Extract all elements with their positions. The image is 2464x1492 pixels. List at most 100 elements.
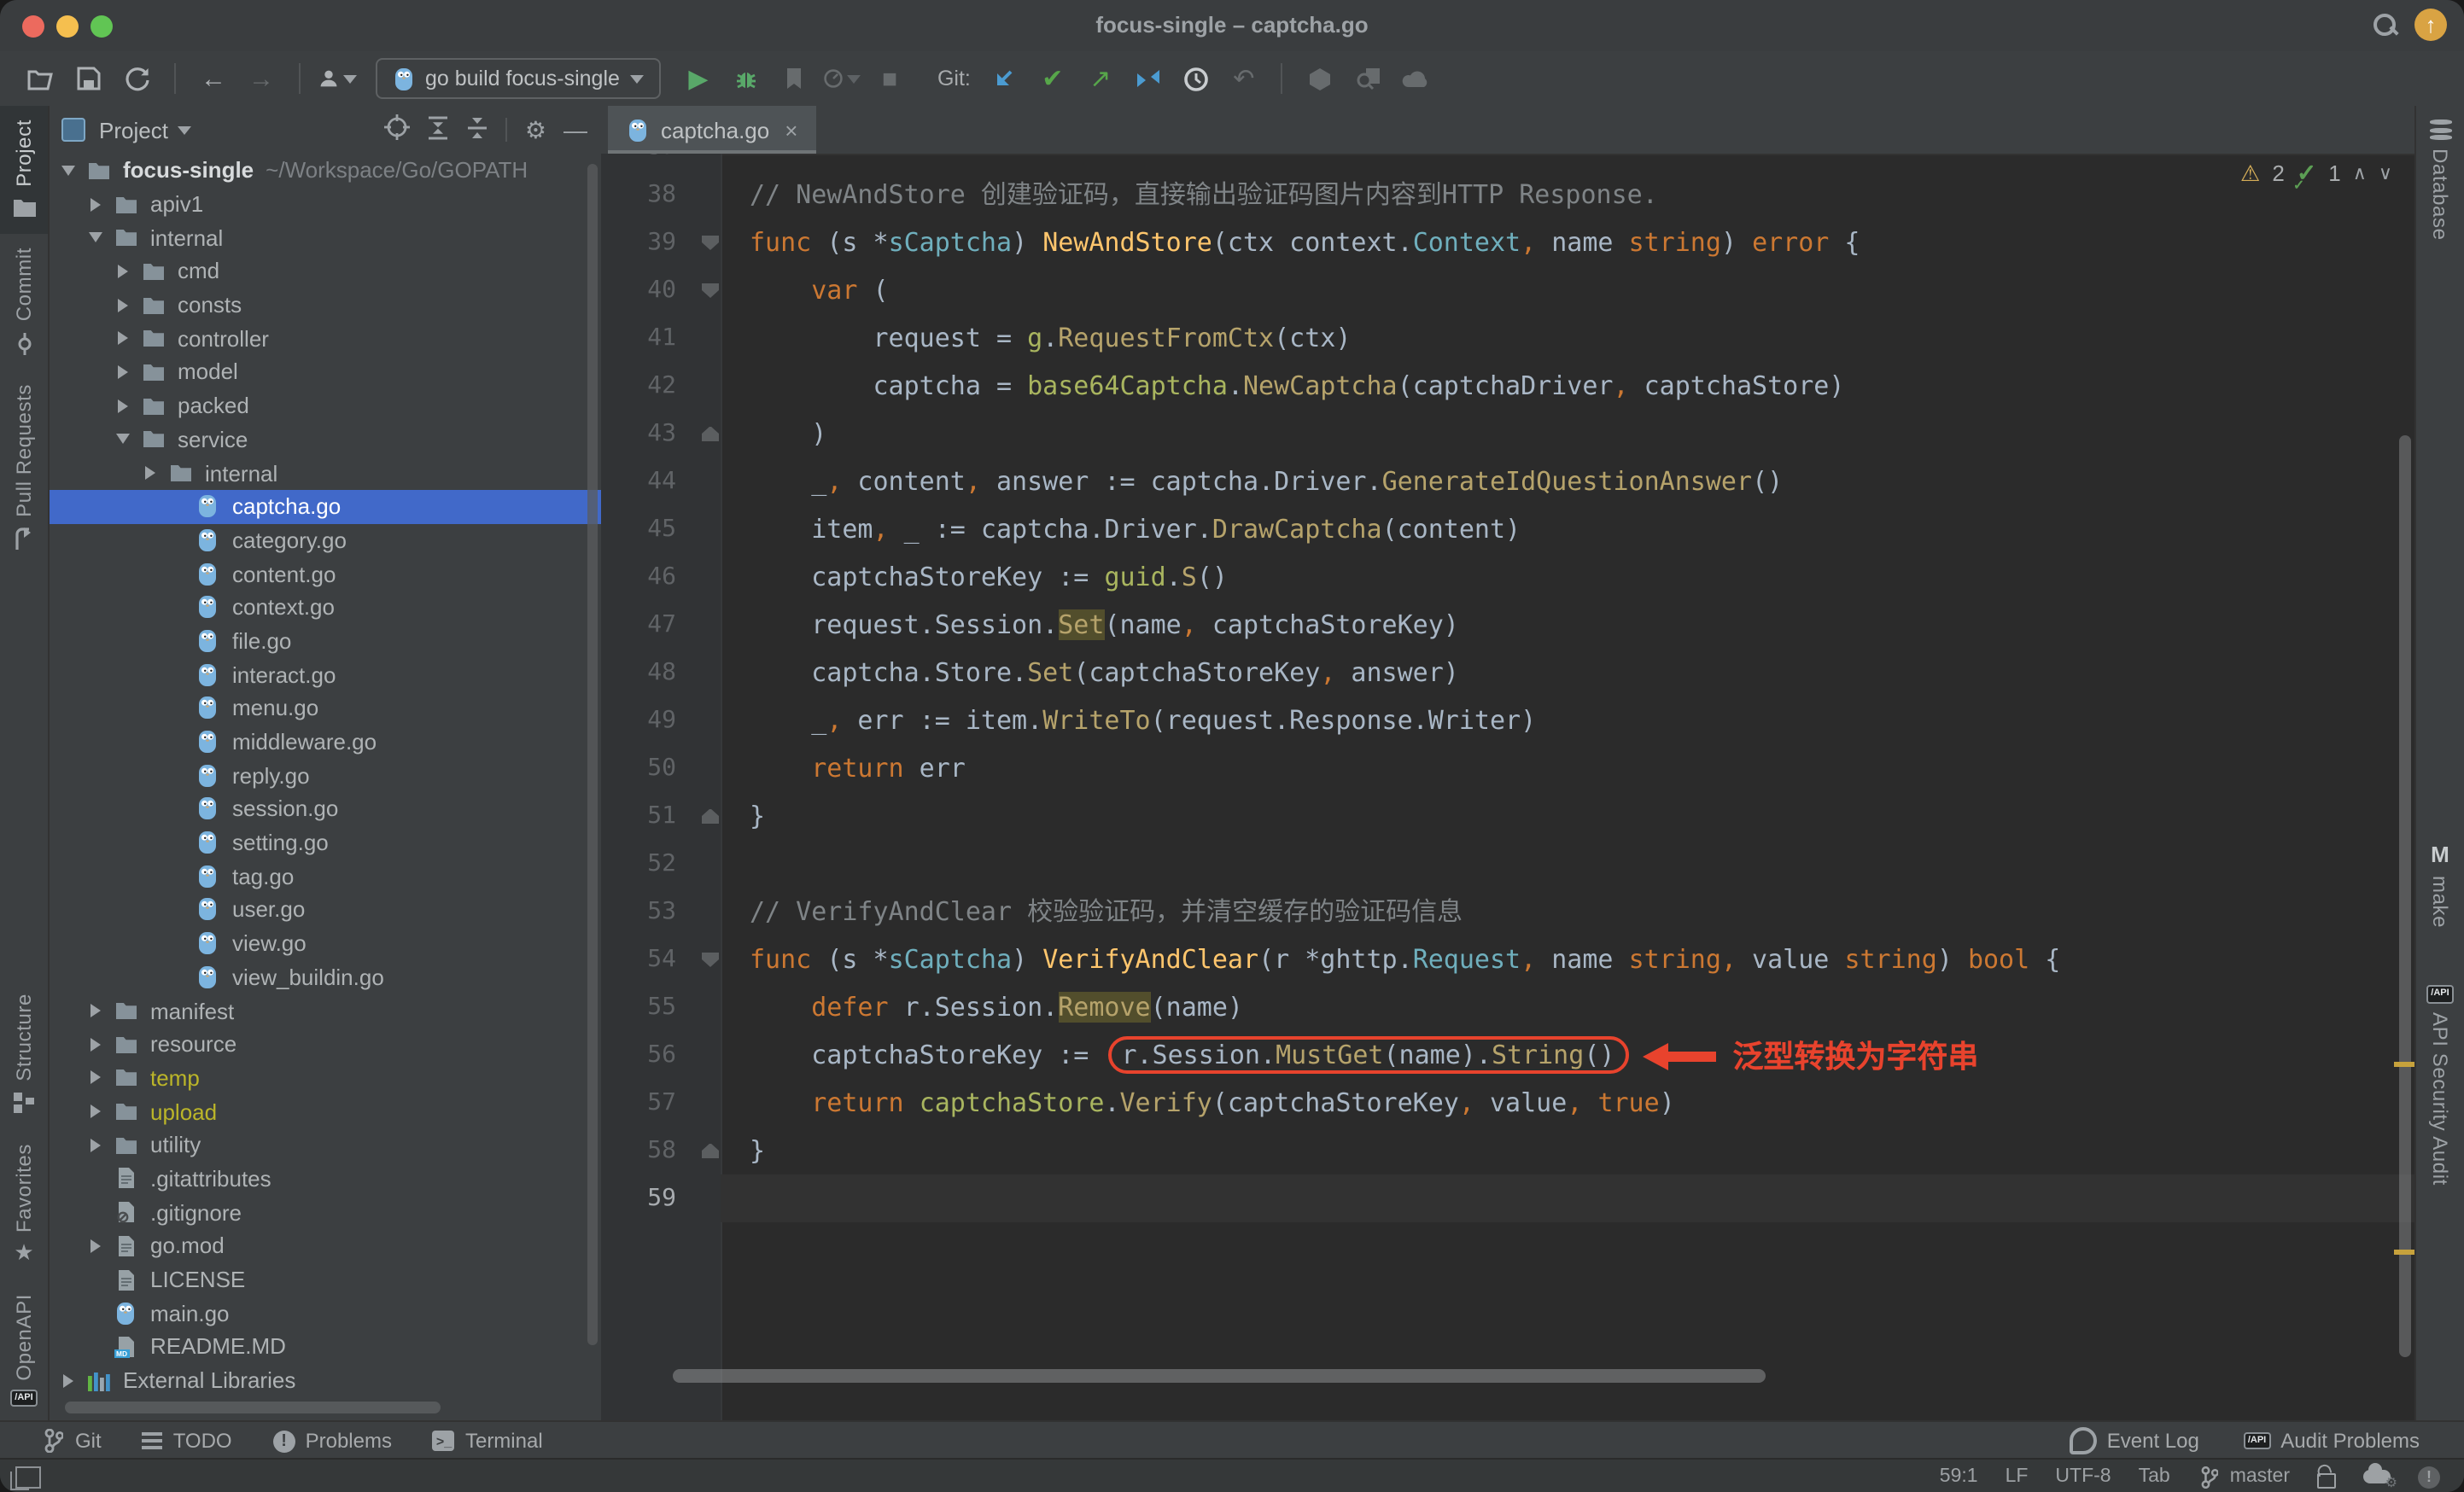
tree-item-setting-go[interactable]: setting.go <box>48 826 601 860</box>
fold-marker-icon[interactable] <box>688 266 733 314</box>
chevron-right-icon[interactable] <box>143 466 157 480</box>
sidebar-item-commit[interactable]: Commit <box>0 235 48 370</box>
line-separator[interactable]: LF <box>2006 1466 2029 1487</box>
code-line[interactable]: 49 _, err := item.WriteTo(request.Respon… <box>601 696 2416 744</box>
tree-item-upload[interactable]: upload <box>48 1095 601 1128</box>
tree-item-external-libraries[interactable]: External Libraries <box>48 1364 601 1397</box>
run-configuration-select[interactable]: go build focus-single <box>376 58 661 99</box>
code-line[interactable]: 46 captchaStoreKey := guid.S() <box>601 553 2416 601</box>
chevron-down-icon[interactable] <box>61 164 75 178</box>
open-icon[interactable] <box>22 60 60 97</box>
tree-item--gitattributes[interactable]: .gitattributes <box>48 1162 601 1195</box>
chevron-right-icon[interactable] <box>116 332 130 346</box>
tree-item-apiv1[interactable]: apiv1 <box>48 187 601 220</box>
debug-icon[interactable] <box>727 60 765 97</box>
sidebar-item-project[interactable]: Project <box>0 106 48 235</box>
tree-item--gitignore[interactable]: .gitignore <box>48 1196 601 1229</box>
tree-item-go-mod[interactable]: go.mod <box>48 1229 601 1262</box>
chevron-right-icon[interactable] <box>89 197 102 211</box>
chevron-right-icon[interactable] <box>61 1373 75 1387</box>
back-icon[interactable]: ← <box>195 60 232 97</box>
file-encoding[interactable]: UTF-8 <box>2055 1466 2111 1487</box>
chevron-right-icon[interactable] <box>89 1071 102 1085</box>
tree-item-focus-single[interactable]: focus-single~/Workspace/Go/GOPATH <box>48 154 601 187</box>
tree-item-temp[interactable]: temp <box>48 1061 601 1094</box>
fold-marker-icon[interactable] <box>688 935 733 983</box>
sync-icon[interactable] <box>118 60 155 97</box>
fold-marker-icon[interactable] <box>688 410 733 458</box>
save-icon[interactable] <box>70 60 108 97</box>
tab-captcha-go[interactable]: captcha.go × <box>608 106 816 154</box>
run-icon[interactable]: ▶ <box>680 60 717 97</box>
tree-item-view-buildin-go[interactable]: view_buildin.go <box>48 960 601 994</box>
tree-item-consts[interactable]: consts <box>48 288 601 322</box>
tree-item-license[interactable]: LICENSE <box>48 1262 601 1296</box>
toolwindow-switcher-icon[interactable] <box>15 1466 41 1488</box>
code-content[interactable]: 3738// NewAndStore 创建验证码，直接输出验证码图片内容到HTT… <box>601 154 2416 1222</box>
code-line[interactable]: 58} <box>601 1127 2416 1174</box>
tree-item-middleware-go[interactable]: middleware.go <box>48 725 601 758</box>
tree-item-cmd[interactable]: cmd <box>48 254 601 288</box>
tree-item-captcha-go[interactable]: captcha.go <box>48 490 601 523</box>
editor-horizontal-scrollbar[interactable] <box>673 1369 1766 1383</box>
chevron-right-icon[interactable] <box>89 1104 102 1118</box>
history-icon[interactable] <box>1177 60 1215 97</box>
code-line[interactable]: 37 <box>601 154 2416 171</box>
code-line[interactable]: 54func (s *sCaptcha) VerifyAndClear(r *g… <box>601 935 2416 983</box>
sidebar-item-pull-requests[interactable]: Pull Requests <box>0 370 48 564</box>
chevron-right-icon[interactable] <box>89 1037 102 1051</box>
project-tree-vertical-scrollbar[interactable] <box>587 164 598 1345</box>
code-line[interactable]: 42 captcha = base64Captcha.NewCaptcha(ca… <box>601 362 2416 410</box>
tree-item-service[interactable]: service <box>48 423 601 456</box>
fold-marker-icon[interactable] <box>688 219 733 266</box>
tree-item-controller[interactable]: controller <box>48 322 601 355</box>
tree-item-internal[interactable]: internal <box>48 221 601 254</box>
warning-stripe-mark[interactable] <box>2394 1250 2414 1255</box>
code-line[interactable]: 59 <box>601 1174 2416 1222</box>
git-branch-widget[interactable]: master <box>2198 1465 2290 1489</box>
toolwindow-event-log[interactable]: Event Log <box>2070 1427 2199 1454</box>
code-line[interactable]: 51} <box>601 792 2416 840</box>
tree-item-menu-go[interactable]: menu.go <box>48 691 601 725</box>
project-tree-horizontal-scrollbar[interactable] <box>65 1402 441 1413</box>
chevron-right-icon[interactable] <box>89 1139 102 1152</box>
tree-item-internal[interactable]: internal <box>48 456 601 489</box>
code-line[interactable]: 52 <box>601 840 2416 888</box>
tree-item-packed[interactable]: packed <box>48 389 601 423</box>
sidebar-item-make[interactable]: M make <box>2416 827 2464 941</box>
chevron-right-icon[interactable] <box>116 365 130 379</box>
locate-file-icon[interactable] <box>385 114 411 145</box>
tree-item-interact-go[interactable]: interact.go <box>48 658 601 691</box>
tree-item-readme-md[interactable]: MDREADME.MD <box>48 1330 601 1363</box>
editor-vertical-scrollbar[interactable] <box>2399 435 2411 1357</box>
tree-item-manifest[interactable]: manifest <box>48 994 601 1027</box>
git-merge-icon[interactable] <box>1130 60 1167 97</box>
tree-item-file-go[interactable]: file.go <box>48 624 601 657</box>
toolwindow-terminal[interactable]: >_ Terminal <box>433 1429 543 1453</box>
toolwindow-audit-problems[interactable]: /API Audit Problems <box>2244 1429 2420 1453</box>
code-line[interactable]: 56 captchaStoreKey := r.Session.MustGet(… <box>601 1031 2416 1079</box>
sidebar-item-openapi[interactable]: OpenAPI /API <box>0 1279 48 1420</box>
sidebar-item-database[interactable]: Database <box>2416 106 2464 254</box>
indent-style[interactable]: Tab <box>2139 1466 2170 1487</box>
tree-item-user-go[interactable]: user.go <box>48 893 601 926</box>
code-line[interactable]: 38// NewAndStore 创建验证码，直接输出验证码图片内容到HTTP … <box>601 171 2416 219</box>
tree-item-tag-go[interactable]: tag.go <box>48 860 601 893</box>
code-line[interactable]: 45 item, _ := captcha.Driver.DrawCaptcha… <box>601 505 2416 553</box>
code-line[interactable]: 48 captcha.Store.Set(captchaStoreKey, an… <box>601 649 2416 696</box>
code-line[interactable]: 41 request = g.RequestFromCtx(ctx) <box>601 314 2416 362</box>
chevron-right-icon[interactable] <box>116 399 130 412</box>
code-with-me-icon[interactable] <box>2363 1470 2391 1483</box>
tree-item-session-go[interactable]: session.go <box>48 792 601 825</box>
tree-item-reply-go[interactable]: reply.go <box>48 759 601 792</box>
expand-all-icon[interactable] <box>428 115 450 144</box>
chevron-right-icon[interactable] <box>116 265 130 278</box>
code-line[interactable]: 44 _, content, answer := captcha.Driver.… <box>601 458 2416 505</box>
git-commit-icon[interactable]: ✔ <box>1034 60 1071 97</box>
sidebar-item-favorites[interactable]: Favorites ★ <box>0 1129 48 1279</box>
code-line[interactable]: 43 ) <box>601 410 2416 458</box>
sidebar-item-structure[interactable]: Structure <box>0 980 48 1129</box>
project-view-dropdown-icon[interactable] <box>178 125 192 134</box>
tree-item-resource[interactable]: resource <box>48 1028 601 1061</box>
code-line[interactable]: 53// VerifyAndClear 校验验证码，并清空缓存的验证码信息 <box>601 888 2416 935</box>
